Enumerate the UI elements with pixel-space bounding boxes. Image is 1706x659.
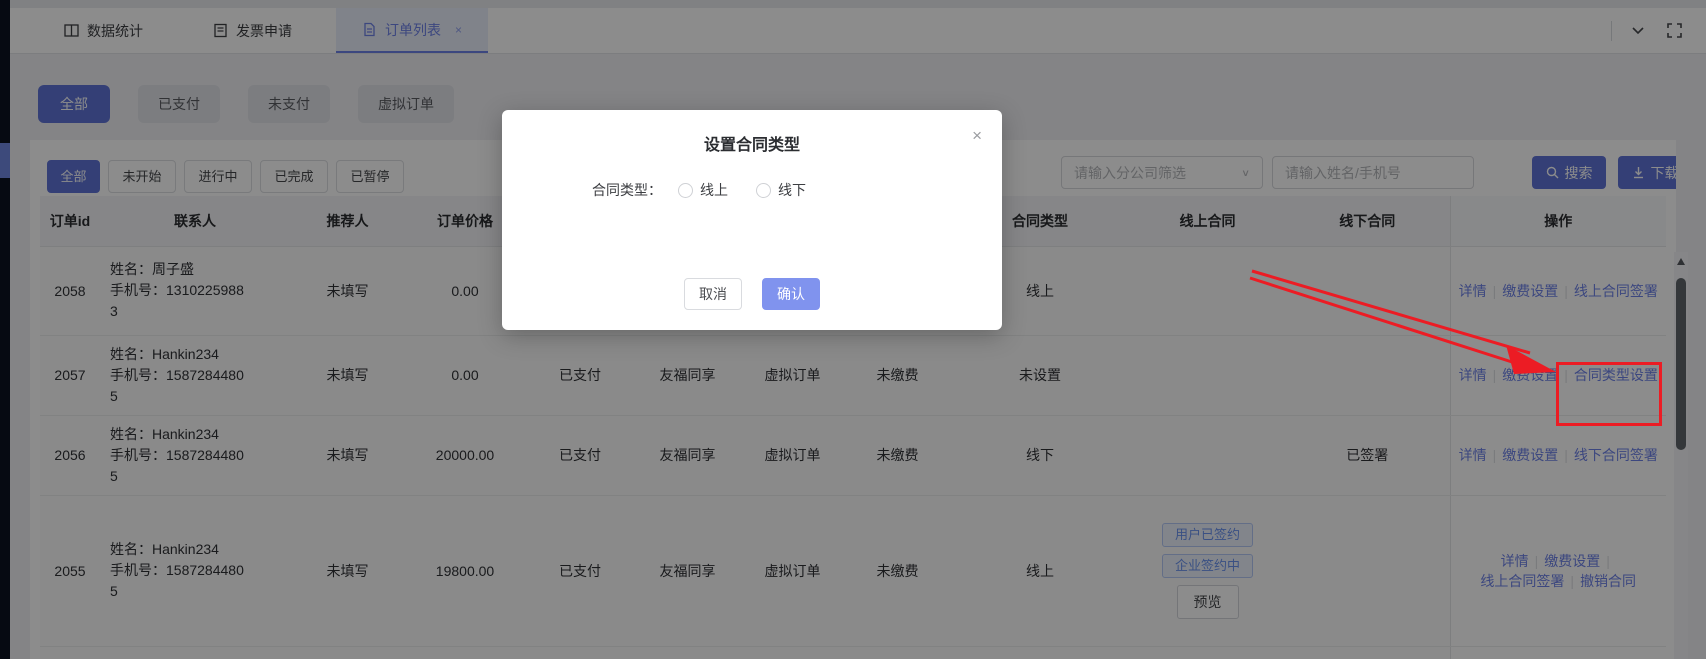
radio-offline-label: 线下 xyxy=(778,180,806,200)
confirm-button[interactable]: 确认 xyxy=(762,278,820,310)
cancel-button[interactable]: 取消 xyxy=(684,278,742,310)
radio-circle-icon[interactable] xyxy=(678,183,693,198)
radio-online-label: 线上 xyxy=(700,180,728,200)
annotation-highlight-box xyxy=(1556,362,1662,426)
contract-type-radio-group: 线上 线下 xyxy=(678,180,806,200)
radio-circle-icon[interactable] xyxy=(756,183,771,198)
contract-type-label: 合同类型： xyxy=(592,180,662,200)
set-contract-type-modal: 设置合同类型 × 合同类型： 线上 线下 取消 确认 xyxy=(502,110,1002,330)
modal-footer: 取消 确认 xyxy=(502,278,1002,310)
radio-offline[interactable]: 线下 xyxy=(756,180,806,200)
radio-online[interactable]: 线上 xyxy=(678,180,728,200)
modal-body: 合同类型： 线上 线下 xyxy=(502,180,1002,200)
close-icon[interactable]: × xyxy=(972,127,982,144)
modal-title: 设置合同类型 xyxy=(502,131,1002,155)
